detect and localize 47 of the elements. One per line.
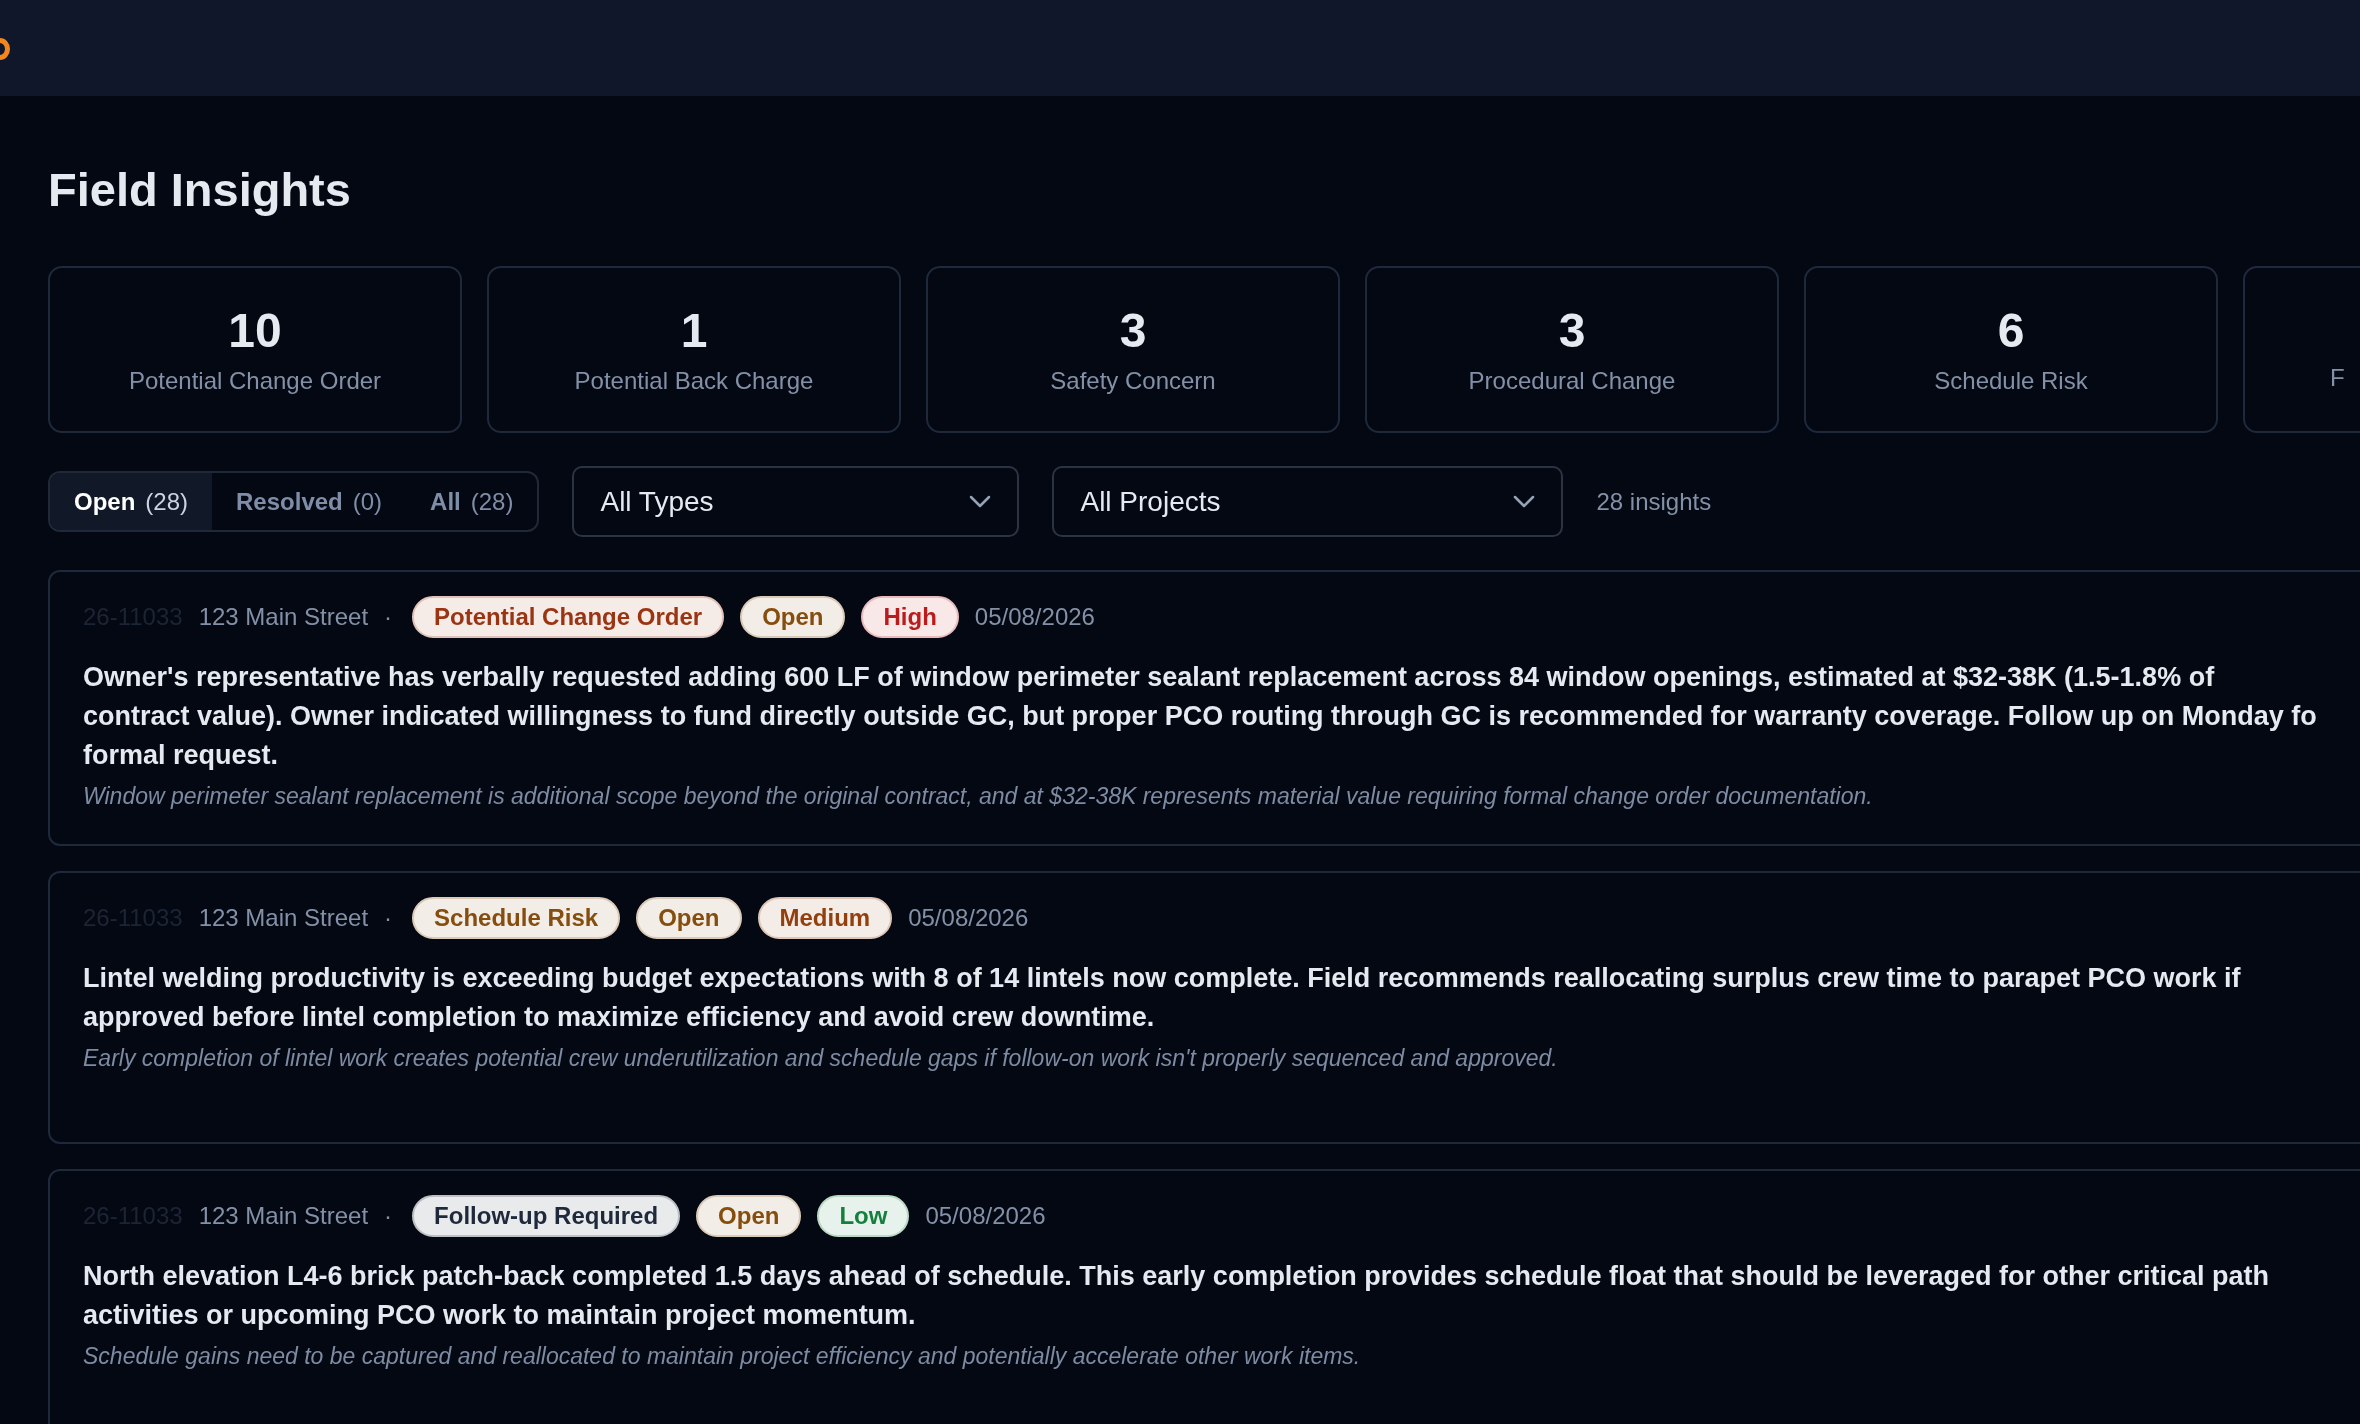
- stat-value: 10: [228, 306, 282, 355]
- date-text: 05/08/2026: [925, 1203, 1046, 1228]
- insight-rationale: Window perimeter sealant replacement is additional scope beyond the original contract, and at $32-38K represents material value requiring formal change order documentation.: [83, 782, 1874, 811]
- date-text: 05/08/2026: [908, 905, 1029, 930]
- insight-rationale: Schedule gains need to be captured and reallocated to maintain project efficiency and potentially accelerate other work items.: [83, 1341, 1362, 1371]
- insight-card[interactable]: [48, 870, 2360, 1144]
- project-name: 123 Main Street: [198, 1203, 369, 1228]
- tag-pill: Open: [696, 1194, 802, 1237]
- stat-label: Potential Change Order: [128, 368, 382, 393]
- insight-rationale: Early completion of lintel work creates potential crew underutilization and schedule gaps if follow-on work isn't properly sequenced and approved.: [83, 1043, 1559, 1073]
- tag-pill: Low: [817, 1194, 910, 1237]
- stat-value: 3: [1558, 306, 1586, 355]
- stat-label: Safety Concern: [1050, 368, 1216, 393]
- ring-icon: [0, 36, 12, 62]
- result-count: 28 insights: [1596, 486, 1712, 517]
- tag-pill: Potential Change Order: [412, 596, 725, 638]
- chevron-down-icon: [1513, 494, 1536, 509]
- stat-value: 1: [680, 306, 708, 355]
- project-dropdown[interactable]: All Projects: [1052, 466, 1564, 537]
- project-name: 123 Main Street: [198, 605, 369, 629]
- tag-pill: Open: [740, 596, 846, 638]
- status-tab[interactable]: Resolved (0): [212, 473, 407, 530]
- tag-pill: Follow-up Required: [412, 1194, 681, 1237]
- separator-dot: ·: [384, 905, 393, 930]
- type-dropdown[interactable]: All Types: [572, 466, 1020, 537]
- status-tab[interactable]: All (28): [406, 473, 538, 530]
- status-tab[interactable]: Open (28): [50, 473, 213, 530]
- separator-dot: ·: [384, 1203, 393, 1228]
- insight-description: North elevation L4-6 brick patch-back completed 1.5 days ahead of schedule. This early completion provides schedule float that should be leveraged for other critical path activities or upcoming PCO work to maintain project momentum.: [83, 1259, 2271, 1332]
- tag-pill: Schedule Risk: [412, 896, 621, 939]
- date-text: 05/08/2026: [974, 605, 1095, 629]
- stat-value: 6: [1997, 306, 2025, 355]
- stat-label: F: [2330, 365, 2345, 390]
- insight-description: Lintel welding productivity is exceeding budget expectations with 8 of 14 lintels now complete. Field recommends reallocating surplus crew time to parapet PCO work if approved before lintel completion to maximize efficiency and avoid crew downtime.: [83, 961, 2242, 1034]
- chevron-down-icon: [969, 494, 992, 509]
- project-name: 123 Main Street: [198, 905, 369, 930]
- tag-pill: Open: [636, 896, 742, 939]
- separator-dot: ·: [384, 605, 393, 629]
- stat-label: Potential Back Charge: [574, 368, 814, 393]
- stat-label: Procedural Change: [1468, 368, 1676, 393]
- tag-pill: Medium: [757, 896, 893, 939]
- insight-card[interactable]: [48, 1168, 2360, 1424]
- stat-value: 3: [1119, 306, 1147, 355]
- insight-description: Owner's representative has verbally requested adding 600 LF of window perimeter sealant replacement across 84 window openings, estimated at $32-38K (1.5-1.8% of contract value). Owner indicated willingness to fund directly outside GC, but proper PCO routing through GC is recommended for warranty coverage. Follow up on Monday fo formal request.: [83, 661, 2318, 772]
- tag-pill: High: [861, 596, 959, 638]
- insight-card[interactable]: [48, 570, 2360, 846]
- stat-label: Schedule Risk: [1934, 368, 2088, 393]
